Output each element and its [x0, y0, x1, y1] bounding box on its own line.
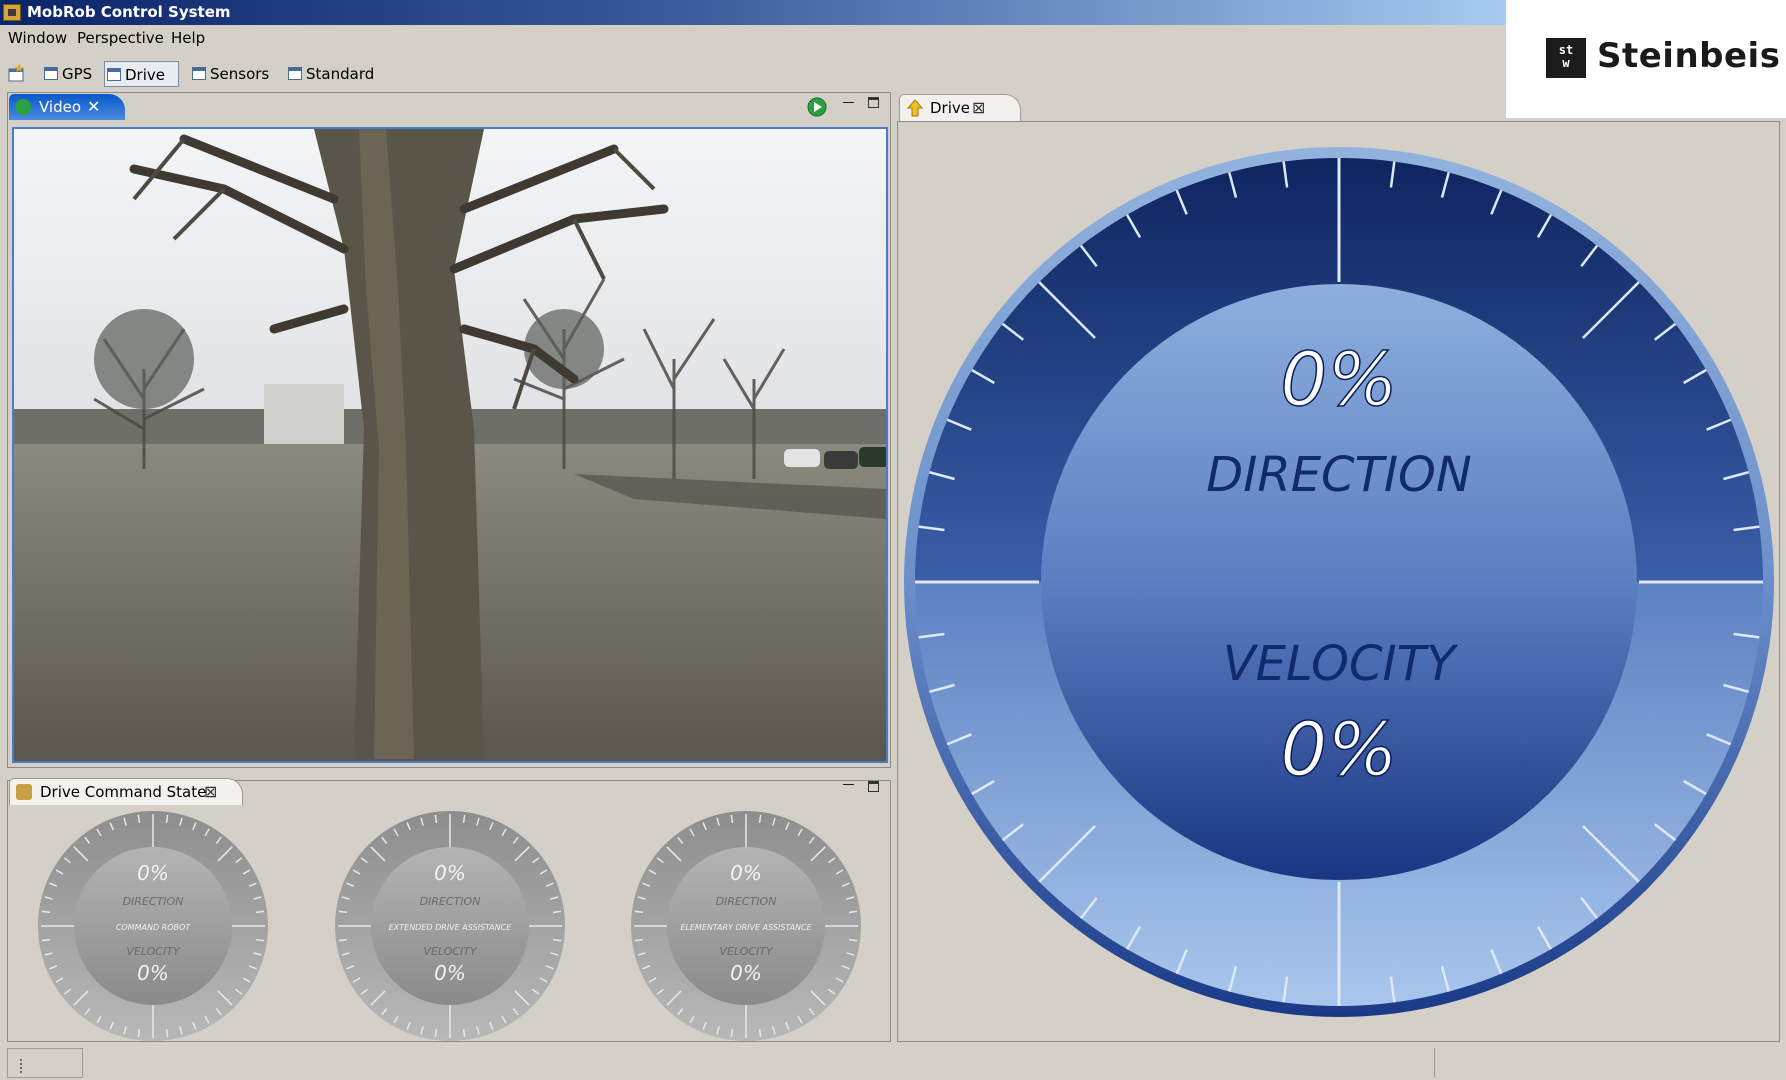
- title-bar: MobRob Control System: [0, 0, 1506, 25]
- drive-main-gauge: 0% DIRECTION VELOCITY 0%: [900, 143, 1778, 1021]
- gauge-tick: [462, 1029, 466, 1038]
- small-gauge-elementary-drive-assistance: 0% DIRECTION ELEMENTARY DRIVE ASSISTANCE VE…: [630, 810, 862, 1042]
- video-image: [14, 129, 886, 761]
- mode-label: EXTENDED DRIVE ASSISTANCE: [389, 923, 513, 932]
- direction-label: DIRECTION: [420, 895, 481, 908]
- gauge-tick: [434, 1029, 438, 1038]
- direction-label: DIRECTION: [716, 895, 777, 908]
- minimize-icon[interactable]: —: [842, 778, 855, 790]
- mode-label: ELEMENTARY DRIVE ASSISTANCE: [680, 923, 812, 932]
- gauge-tick: [165, 814, 169, 823]
- close-icon[interactable]: ✕: [87, 94, 100, 120]
- gauge-tick: [256, 938, 265, 942]
- perspective-standard[interactable]: Standard: [286, 61, 396, 87]
- gauge-tick: [849, 938, 858, 942]
- velocity-value: 0%: [137, 961, 169, 985]
- gauge-tick: [730, 814, 734, 823]
- velocity-label: VELOCITY: [423, 945, 478, 958]
- close-icon[interactable]: ⊠: [204, 779, 217, 805]
- video-feed: [12, 127, 888, 763]
- tab-label: Drive: [930, 99, 970, 117]
- direction-value: 0%: [730, 861, 762, 885]
- maximize-icon[interactable]: [868, 97, 879, 108]
- velocity-value: 0%: [1280, 707, 1397, 793]
- tab-drive-command-state[interactable]: Drive Command State ⊠: [9, 778, 243, 805]
- gauge-tick: [758, 814, 762, 823]
- status-segment: [7, 1048, 83, 1078]
- small-gauge-extended-drive-assistance: 0% DIRECTION EXTENDED DRIVE ASSISTANCE VELO…: [334, 810, 566, 1042]
- perspective-label: Standard: [306, 65, 375, 83]
- direction-value: 0%: [1280, 337, 1397, 423]
- gauge-tick: [553, 910, 562, 914]
- minimize-icon[interactable]: —: [842, 96, 855, 108]
- gauge-tick: [338, 910, 347, 914]
- status-bar: [0, 1046, 1786, 1080]
- velocity-value: 0%: [434, 961, 466, 985]
- tab-video[interactable]: Video ✕: [9, 94, 125, 120]
- window-title: MobRob Control System: [27, 3, 231, 21]
- velocity-label: VELOCITY: [719, 945, 774, 958]
- gauge-tick: [634, 910, 643, 914]
- perspective-label: GPS: [62, 65, 93, 83]
- gauge-tick: [165, 1029, 169, 1038]
- perspective-label: Drive: [125, 66, 165, 84]
- menu-help[interactable]: Help: [171, 29, 205, 47]
- gauge-tick: [41, 938, 50, 942]
- gauge-tick: [634, 938, 643, 942]
- velocity-label: VELOCITY: [1223, 636, 1459, 692]
- small-gauge-command-robot: 0% DIRECTION COMMAND ROBOT VELOCITY 0%: [37, 810, 269, 1042]
- gauge-tick: [849, 910, 858, 914]
- tab-label: Drive Command State: [40, 783, 207, 801]
- arrow-up-icon: [906, 99, 924, 117]
- gear-icon: [16, 784, 32, 800]
- perspective-drive[interactable]: Drive: [104, 61, 179, 87]
- steinbeis-logo-mark: st w: [1546, 38, 1586, 78]
- gauge-tick: [41, 910, 50, 914]
- perspective-sensors[interactable]: Sensors: [190, 61, 292, 87]
- gauge-tick: [730, 1029, 734, 1038]
- direction-label: DIRECTION: [123, 895, 184, 908]
- gauge-tick: [137, 1029, 141, 1038]
- grip-icon[interactable]: [20, 1059, 24, 1073]
- direction-label: DIRECTION: [1206, 447, 1471, 503]
- direction-value: 0%: [434, 861, 466, 885]
- close-icon[interactable]: ⊠: [972, 95, 985, 121]
- play-icon: [15, 99, 31, 115]
- menu-perspective[interactable]: Perspective: [77, 29, 164, 47]
- menu-window[interactable]: Window: [8, 29, 67, 47]
- gauge-tick: [338, 938, 347, 942]
- maximize-icon[interactable]: [868, 781, 879, 792]
- gauge-tick: [462, 814, 466, 823]
- steinbeis-logo: st w Steinbeis: [1506, 0, 1786, 118]
- velocity-label: VELOCITY: [126, 945, 181, 958]
- velocity-value: 0%: [730, 961, 762, 985]
- gauge-tick: [137, 814, 141, 823]
- perspective-icon: [44, 67, 58, 80]
- status-divider: [1434, 1048, 1435, 1078]
- direction-value: 0%: [137, 861, 169, 885]
- gauge-tick: [256, 910, 265, 914]
- gauge-tick: [553, 938, 562, 942]
- perspective-icon: [288, 67, 302, 80]
- perspective-label: Sensors: [210, 65, 270, 83]
- tab-label: Video: [39, 98, 82, 116]
- steinbeis-logo-text: Steinbeis: [1597, 36, 1781, 76]
- perspective-icon: [192, 67, 206, 80]
- app-icon: [3, 4, 21, 21]
- perspective-icon: [107, 68, 121, 81]
- gauge-tick: [434, 814, 438, 823]
- open-perspective-icon[interactable]: [7, 63, 27, 83]
- tab-drive[interactable]: Drive ⊠: [899, 94, 1021, 121]
- mode-label: COMMAND ROBOT: [116, 923, 191, 932]
- play-icon[interactable]: [807, 97, 827, 117]
- gauge-tick: [758, 1029, 762, 1038]
